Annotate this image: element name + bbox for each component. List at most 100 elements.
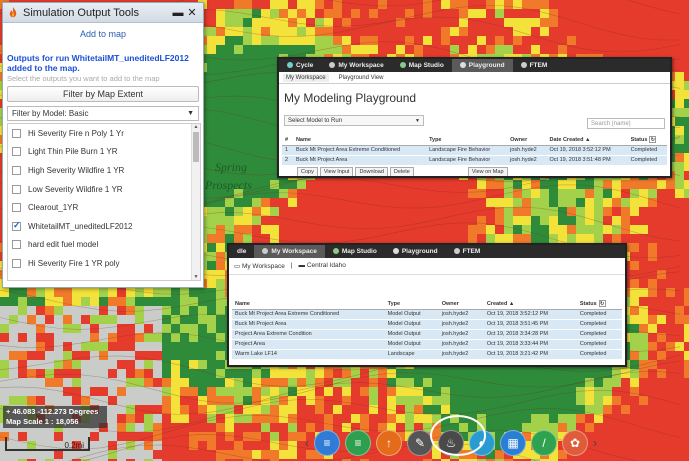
output-checkbox[interactable] bbox=[12, 203, 21, 213]
table-row[interactable]: Buck Mt Project Area Model Output josh.hyd… bbox=[232, 319, 622, 330]
output-checkbox[interactable] bbox=[12, 128, 21, 138]
panel-header: Simulation Output Tools ▬ ✕ bbox=[3, 3, 203, 23]
model-filter-select[interactable]: Filter by Model: Basic ▼ bbox=[7, 106, 199, 121]
table-cell: 1 bbox=[282, 145, 293, 156]
search-input[interactable]: Search (name) bbox=[587, 118, 665, 129]
tab-ftem[interactable]: FTEM bbox=[446, 245, 489, 258]
view-input-button[interactable]: View Input bbox=[319, 167, 354, 176]
globe-icon bbox=[399, 62, 406, 68]
output-label: Hi Severity Fire 1 YR poly bbox=[28, 258, 120, 268]
copy-button[interactable]: Copy bbox=[297, 167, 318, 176]
refresh-icon[interactable]: ↻ bbox=[598, 300, 606, 308]
tools-icon[interactable]: ✎ bbox=[407, 430, 433, 456]
upload-icon[interactable]: ↑ bbox=[376, 430, 402, 456]
output-list-scrollbar[interactable]: ▲ ▼ bbox=[191, 124, 200, 280]
output-checkbox[interactable] bbox=[12, 220, 21, 231]
toolbar-prev-icon[interactable]: ‹ bbox=[305, 436, 309, 450]
table-cell: Model Output bbox=[384, 319, 439, 330]
tab-ftem[interactable]: FTEM bbox=[513, 59, 556, 72]
output-checkbox[interactable] bbox=[12, 147, 21, 157]
output-checkbox[interactable] bbox=[12, 258, 21, 268]
tab-cycle[interactable]: dle bbox=[229, 245, 254, 258]
tab-playground[interactable]: Playground bbox=[385, 245, 446, 258]
column-header[interactable]: Status ↻ bbox=[576, 299, 622, 310]
column-header[interactable]: Date Created ▲ bbox=[546, 135, 628, 146]
column-header[interactable]: Owner bbox=[507, 135, 547, 146]
table-cell: Oct 19, 2018 3:51:45 PM bbox=[483, 319, 577, 330]
sub-nav: My Workspace Playground View bbox=[279, 72, 670, 84]
model-run-select[interactable]: Select Model to Run ▼ bbox=[284, 115, 424, 126]
table-cell: Completed bbox=[576, 329, 622, 340]
grid-icon[interactable]: ▦ bbox=[500, 430, 526, 456]
table-cell: Oct 19, 2018 3:33:44 PM bbox=[483, 339, 577, 350]
output-item[interactable]: Hi Severity Fire 1 YR poly bbox=[8, 254, 200, 273]
scroll-down-icon[interactable]: ▼ bbox=[192, 274, 200, 280]
column-header[interactable]: # bbox=[282, 135, 293, 146]
table-row[interactable]: 2 Buck Mt Project Area Landscape Fire Beha… bbox=[282, 155, 667, 166]
tab-map-studio[interactable]: Map Studio bbox=[392, 59, 452, 72]
table-row[interactable]: Buck Mt Project Area Extreme Conditioned… bbox=[232, 309, 622, 320]
fire-icon[interactable]: ♨ bbox=[438, 430, 464, 456]
model-filter-value: Filter by Model: Basic bbox=[12, 109, 89, 118]
output-item[interactable]: High Severity Wildfire 1 YR bbox=[8, 161, 200, 180]
add-to-map-link[interactable]: Add to map bbox=[3, 29, 203, 39]
breadcrumb-central-idaho[interactable]: ▬ Central Idaho bbox=[299, 262, 346, 270]
ruler-icon[interactable]: / bbox=[531, 430, 557, 456]
palette-icon[interactable]: ✿ bbox=[562, 430, 588, 456]
toolbar-next-icon[interactable]: › bbox=[593, 436, 597, 450]
table-cell: josh.hyde2 bbox=[507, 155, 547, 166]
ftem-icon bbox=[453, 248, 460, 254]
tab-map-studio[interactable]: Map Studio bbox=[325, 245, 385, 258]
output-item[interactable]: Clearout_1YR bbox=[8, 198, 200, 217]
subnav-my-workspace[interactable]: My Workspace bbox=[283, 73, 329, 82]
column-header[interactable]: Type bbox=[426, 135, 508, 146]
table-row[interactable]: 1 Buck Mt Project Area Extreme Conditione… bbox=[282, 145, 667, 156]
scale-bar-label: 0.2mi bbox=[64, 441, 84, 450]
tab-my-workspace[interactable]: My Workspace bbox=[254, 245, 325, 258]
output-item[interactable]: hard edit fuel model bbox=[8, 236, 200, 255]
output-item[interactable]: Low Severity Wildfire 1 YR bbox=[8, 180, 200, 199]
column-header[interactable]: Status ↻ bbox=[627, 135, 667, 146]
scroll-up-icon[interactable]: ▲ bbox=[192, 124, 200, 130]
playground-table: # Name Type Owner Date Created ▲ Status ↻ 1 Buc… bbox=[282, 135, 667, 166]
output-item[interactable]: Hi Severity Fire n Poly 1 Yr bbox=[8, 124, 200, 143]
minimize-icon[interactable]: ▬ bbox=[171, 7, 185, 19]
output-item[interactable]: WhitetailMT_uneditedLF2012 bbox=[8, 217, 200, 236]
view-on-map-button[interactable]: View on Map bbox=[467, 167, 508, 176]
filter-by-extent-button[interactable]: Filter by Map Extent bbox=[7, 86, 199, 102]
layers-icon[interactable]: ≡ bbox=[314, 430, 340, 456]
output-checkbox[interactable] bbox=[12, 165, 21, 175]
refresh-icon[interactable]: ↻ bbox=[649, 136, 657, 144]
table-cell: josh.hyde2 bbox=[438, 319, 484, 330]
output-item[interactable]: Light Thin Pile Burn 1 YR bbox=[8, 143, 200, 162]
folder-icon: ▬ bbox=[298, 262, 307, 269]
output-checkbox[interactable] bbox=[12, 240, 21, 250]
column-header[interactable]: Created ▲ bbox=[483, 299, 577, 310]
table-row[interactable]: Project Area Extreme Condition Model Outp… bbox=[232, 329, 622, 340]
tab-playground[interactable]: Playground bbox=[451, 59, 513, 72]
tab-my-workspace[interactable]: My Workspace bbox=[321, 59, 391, 72]
table-cell: Completed bbox=[576, 309, 622, 320]
column-header[interactable]: Name bbox=[292, 135, 427, 146]
table-row[interactable]: Warm Lake LF14 Landscape josh.hyde2 Oct 19,… bbox=[232, 349, 622, 360]
delete-button[interactable]: Delete bbox=[389, 167, 414, 176]
scroll-thumb[interactable] bbox=[193, 132, 199, 162]
output-checkbox[interactable] bbox=[12, 184, 21, 194]
breadcrumb-my-workspace[interactable]: ▭ My Workspace bbox=[234, 262, 285, 270]
table-cell: Landscape Fire Behavior bbox=[426, 155, 508, 166]
table-cell: Completed bbox=[576, 319, 622, 330]
globe-icon[interactable]: ◐ bbox=[469, 430, 495, 456]
chevron-down-icon: ▼ bbox=[187, 110, 194, 117]
table-cell: Buck Mt Project Area bbox=[232, 319, 385, 330]
subnav-playground-view[interactable]: Playground View bbox=[339, 75, 384, 81]
close-icon[interactable]: ✕ bbox=[185, 6, 199, 19]
table-row[interactable]: Project Area Model Output josh.hyde2 Oct 19… bbox=[232, 339, 622, 350]
column-header[interactable]: Name bbox=[232, 299, 385, 310]
download-button[interactable]: Download bbox=[355, 167, 388, 176]
layers-green-icon[interactable]: ≡ bbox=[345, 430, 371, 456]
tab-cycle[interactable]: Cycle bbox=[279, 59, 321, 72]
table-cell: josh.hyde2 bbox=[438, 309, 484, 320]
column-header[interactable]: Owner bbox=[438, 299, 484, 310]
table-cell: Oct 19, 2018 3:34:28 PM bbox=[483, 329, 577, 340]
column-header[interactable]: Type bbox=[384, 299, 439, 310]
